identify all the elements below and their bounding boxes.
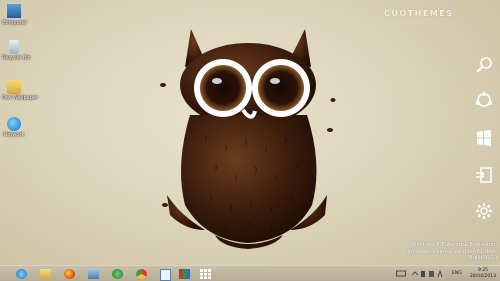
windows-evaluation-notice: Windows 8 Enterprise Evaluation Windows … xyxy=(408,242,497,262)
taskbar-document[interactable] xyxy=(156,267,175,281)
desktop: Computer Recycle Bin Owl Wallpaper Netwo… xyxy=(0,0,500,281)
settings-charm-icon[interactable] xyxy=(474,201,494,221)
keyboard-icon[interactable] xyxy=(396,266,406,281)
taskbar: ENG 9:25 28/04/2013 xyxy=(0,265,500,281)
desktop-icon-label: Network xyxy=(3,132,25,138)
taskbar-file-explorer[interactable] xyxy=(36,267,55,281)
devices-charm-icon[interactable] xyxy=(474,165,494,185)
taskbar-flag-app[interactable] xyxy=(175,267,194,281)
desktop-icon-label: Recycle Bin xyxy=(2,55,31,61)
desktop-icon-label: Computer xyxy=(2,20,27,26)
desktop-icon-computer[interactable]: Computer xyxy=(2,3,27,26)
clock-date: 28/04/2013 xyxy=(470,273,496,279)
desktop-icon-recycle-bin[interactable]: Recycle Bin xyxy=(2,40,31,61)
media-icon xyxy=(112,269,123,279)
language-indicator[interactable]: ENG xyxy=(452,266,462,281)
clock[interactable]: 9:25 28/04/2013 xyxy=(470,268,496,281)
taskbar-grid-app[interactable] xyxy=(196,267,215,281)
desktop-icon-folder[interactable]: Owl Wallpaper xyxy=(2,80,39,101)
search-charm-icon[interactable] xyxy=(474,55,494,75)
start-charm-icon[interactable] xyxy=(474,128,494,148)
taskbar-chrome[interactable] xyxy=(132,267,151,281)
taskbar-internet-explorer[interactable] xyxy=(12,267,31,281)
evaluation-edition: Windows 8 Enterprise Evaluation xyxy=(411,242,497,248)
tray-icons xyxy=(411,269,443,278)
watermark-text: CUOTHEMES xyxy=(384,9,454,18)
owl-coffee-illustration xyxy=(160,29,336,249)
file-explorer-icon xyxy=(40,269,51,279)
desktop-icon-label: Owl Wallpaper xyxy=(2,95,39,101)
computer-icon xyxy=(6,3,22,19)
grid-app-icon xyxy=(200,269,211,279)
network-app-icon xyxy=(88,269,99,279)
network-icon xyxy=(7,117,21,131)
evaluation-build: Build 9200 xyxy=(469,255,497,262)
chrome-icon xyxy=(136,269,147,279)
desktop-icon-network[interactable]: Network xyxy=(2,117,26,138)
document-icon xyxy=(160,269,171,281)
flag-app-icon xyxy=(179,269,190,279)
taskbar-firefox[interactable] xyxy=(60,267,79,281)
folder-icon xyxy=(7,80,21,94)
internet-explorer-icon xyxy=(16,269,27,279)
taskbar-network-app[interactable] xyxy=(84,267,103,281)
taskbar-media[interactable] xyxy=(108,267,127,281)
firefox-icon xyxy=(64,269,75,279)
recycle-bin-icon xyxy=(9,40,19,54)
share-charm-icon[interactable] xyxy=(474,90,494,110)
